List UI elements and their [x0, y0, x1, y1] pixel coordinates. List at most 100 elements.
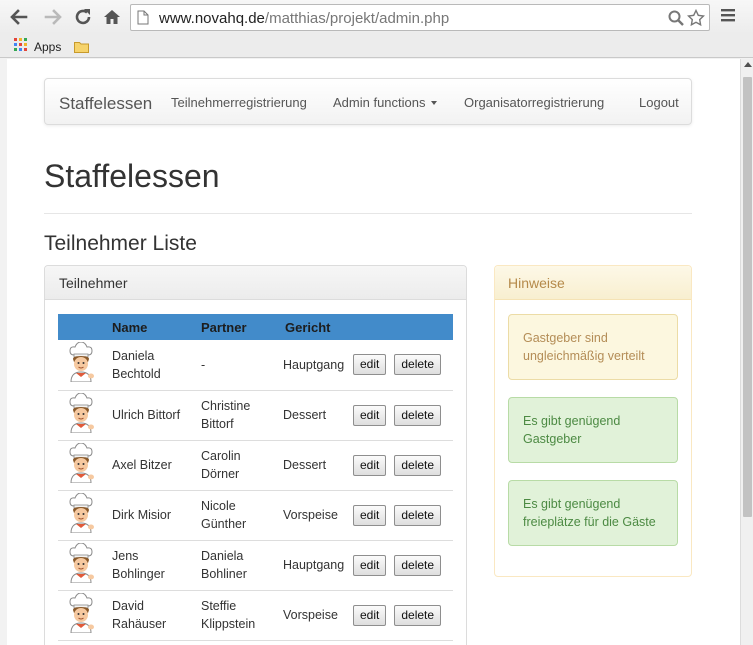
participant-dish: Dessert: [279, 390, 351, 441]
chef-icon: [66, 441, 96, 486]
table-row: Daniela Bechtold - Hauptgang edit delete: [58, 340, 453, 391]
back-arrow-icon[interactable]: [7, 5, 31, 29]
browser-toolbar: www.novahq.de/matthias/projekt/admin.php: [0, 0, 753, 34]
forward-arrow-icon[interactable]: [41, 5, 65, 29]
participant-dish: Vorspeise: [279, 490, 351, 541]
page-title: Staffelessen: [44, 158, 220, 194]
header-dish: Gericht: [279, 314, 351, 340]
chef-icon: [66, 341, 96, 385]
delete-button[interactable]: delete: [394, 554, 442, 576]
page-viewport: Staffelessen Teilnehmerregistrierung Adm…: [7, 59, 740, 645]
address-bar[interactable]: www.novahq.de/matthias/projekt/admin.php: [130, 4, 710, 31]
chef-avatar-cell: [58, 540, 106, 591]
table-header-row: Name Partner Gericht: [58, 314, 453, 340]
page-icon: [137, 10, 149, 30]
edit-button[interactable]: edit: [353, 454, 387, 476]
row-actions: edit delete: [351, 590, 453, 641]
search-icon[interactable]: [667, 9, 685, 32]
edit-button[interactable]: edit: [353, 604, 387, 626]
caret-down-icon: [430, 101, 437, 105]
participant-partner: Carolin Dörner: [195, 440, 279, 491]
participant-name: Ulrich Bittorf: [106, 390, 195, 441]
url-text: www.novahq.de/matthias/projekt/admin.php: [159, 10, 449, 27]
header-name: Name: [106, 314, 195, 340]
folder-icon[interactable]: [74, 40, 89, 58]
row-actions: edit delete: [351, 490, 453, 541]
divider: [44, 213, 692, 214]
participant-partner: Christine Bittorf: [195, 390, 279, 441]
star-icon[interactable]: [686, 8, 706, 32]
participants-panel: Teilnehmer Name Partner Gericht Daniela …: [44, 265, 467, 645]
navbar-brand[interactable]: Staffelessen: [59, 94, 152, 114]
hint-alert-success: Es gibt genügend Gastgeber: [508, 397, 678, 463]
bookmark-apps[interactable]: Apps: [14, 38, 61, 55]
chef-icon: [66, 491, 96, 536]
url-path: /matthias/projekt/admin.php: [264, 10, 450, 27]
hint-alert-success: Es gibt genügend freieplätze für die Gäs…: [508, 480, 678, 546]
edit-button[interactable]: edit: [353, 554, 387, 576]
participant-name: David Rahäuser: [106, 590, 195, 641]
participant-name: Daniela Bechtold: [106, 340, 195, 391]
edit-button[interactable]: edit: [353, 504, 387, 526]
participants-panel-heading: Teilnehmer: [45, 266, 466, 300]
participant-partner: Nicole Günther: [195, 490, 279, 541]
delete-button[interactable]: delete: [394, 504, 442, 526]
bookmark-apps-label: Apps: [34, 39, 62, 54]
row-actions: edit delete: [351, 440, 453, 491]
section-title: Teilnehmer Liste: [44, 232, 197, 255]
table-row: Ulrich Bittorf Christine Bittorf Dessert ed…: [58, 390, 453, 441]
scrollbar-thumb[interactable]: [743, 77, 752, 517]
bookmarks-bar: Apps: [0, 34, 753, 58]
hints-panel-heading: Hinweise: [495, 266, 691, 300]
participant-partner: Steffie Klippstein: [195, 590, 279, 641]
chef-avatar-cell: [58, 340, 106, 391]
participant-partner: -: [195, 340, 279, 391]
hint-alert-warning: Gastgeber sind ungleichmäßig verteilt: [508, 314, 678, 380]
participant-name: Dirk Misior: [106, 490, 195, 541]
scroll-up-arrow-icon[interactable]: [744, 62, 752, 67]
table-row: Axel Bitzer Carolin Dörner Dessert edit dele…: [58, 440, 453, 491]
home-icon[interactable]: [100, 5, 124, 29]
chef-avatar-cell: [58, 390, 106, 441]
table-row: David Rahäuser Steffie Klippstein Vorspeis…: [58, 590, 453, 641]
navbar: Staffelessen Teilnehmerregistrierung Adm…: [44, 78, 692, 125]
header-actions: [351, 314, 453, 340]
participant-dish: Hauptgang: [279, 540, 351, 591]
edit-button[interactable]: edit: [353, 404, 387, 426]
row-actions: edit delete: [351, 340, 453, 391]
nav-link-registration[interactable]: Teilnehmerregistrierung: [171, 95, 307, 110]
nav-dropdown-admin[interactable]: Admin functions: [333, 95, 437, 110]
apps-grid-icon: [14, 38, 28, 55]
chef-icon: [66, 391, 96, 436]
chef-icon: [66, 591, 96, 636]
delete-button[interactable]: delete: [394, 454, 442, 476]
header-partner: Partner: [195, 314, 279, 340]
delete-button[interactable]: delete: [394, 604, 442, 626]
nav-link-logout[interactable]: Logout: [639, 95, 679, 110]
table-row: Jens Bohlinger Daniela Bohliner Hauptgang e…: [58, 540, 453, 591]
delete-button[interactable]: delete: [394, 404, 442, 426]
participant-partner: Daniela Bohliner: [195, 540, 279, 591]
nav-link-admin-label: Admin functions: [333, 95, 426, 110]
participants-table: Name Partner Gericht Daniela Bechtold - Ha…: [58, 314, 453, 641]
participant-name: Axel Bitzer: [106, 440, 195, 491]
participant-dish: Dessert: [279, 440, 351, 491]
chef-avatar-cell: [58, 490, 106, 541]
nav-link-organizer[interactable]: Organisatorregistrierung: [464, 95, 604, 110]
reload-icon[interactable]: [71, 5, 95, 29]
participant-dish: Vorspeise: [279, 590, 351, 641]
url-host: www.novahq.de: [159, 10, 265, 27]
participant-dish: Hauptgang: [279, 340, 351, 391]
vertical-scrollbar[interactable]: [740, 59, 753, 645]
delete-button[interactable]: delete: [394, 354, 442, 376]
header-avatar: [58, 314, 106, 340]
row-actions: edit delete: [351, 390, 453, 441]
menu-icon[interactable]: [720, 7, 736, 28]
edit-button[interactable]: edit: [353, 354, 387, 376]
chef-avatar-cell: [58, 590, 106, 641]
chef-avatar-cell: [58, 440, 106, 491]
participant-name: Jens Bohlinger: [106, 540, 195, 591]
table-row: Dirk Misior Nicole Günther Vorspeise edit de…: [58, 490, 453, 541]
participants-table-body: Daniela Bechtold - Hauptgang edit delete Ulri…: [58, 340, 453, 641]
chef-icon: [66, 541, 96, 586]
